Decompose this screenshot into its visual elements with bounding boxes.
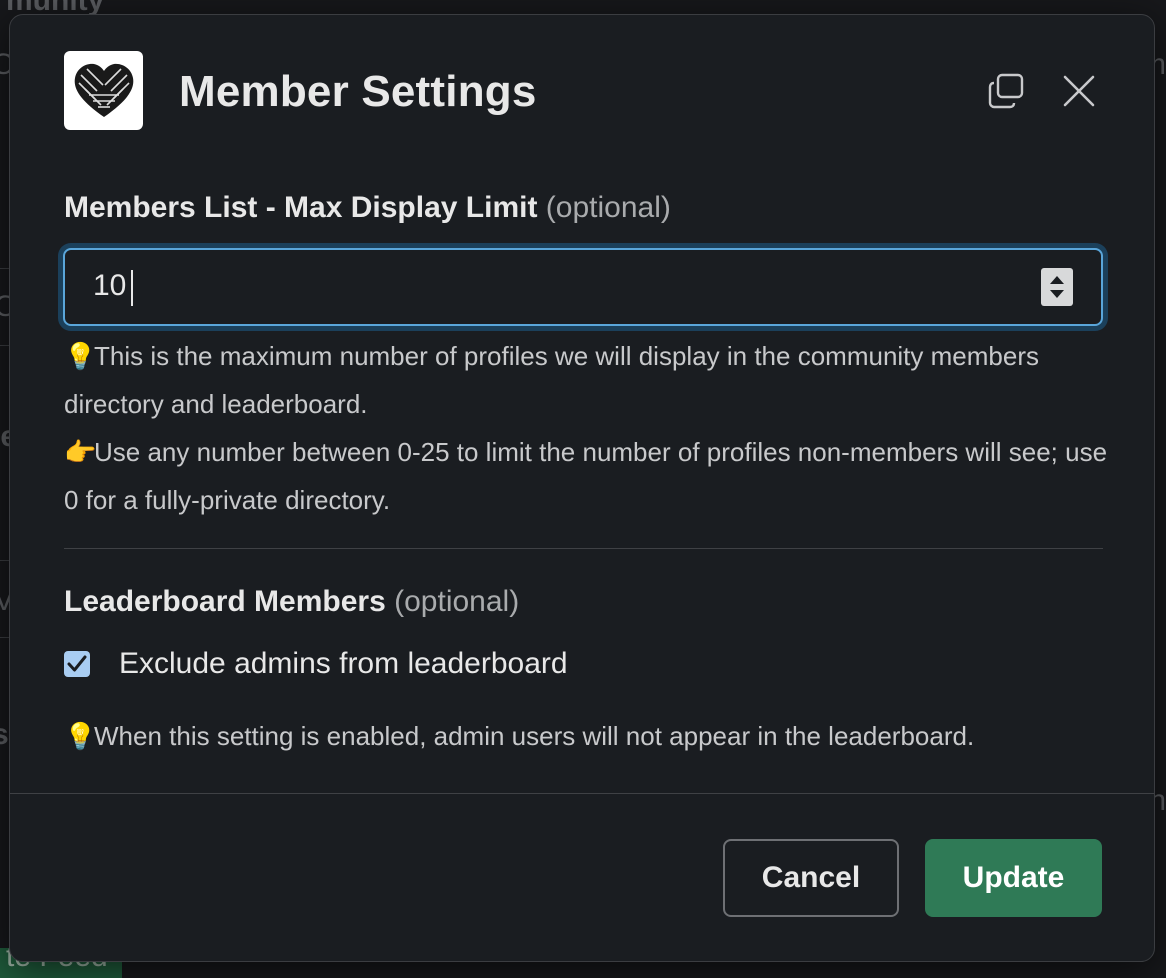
max-display-limit-input[interactable]: 10 <box>63 248 1103 326</box>
section-divider <box>64 548 1103 549</box>
text-caret <box>131 270 133 306</box>
max-display-hint-text: This is the maximum number of profiles w… <box>64 341 1039 419</box>
bg-text-fragment: s <box>0 718 9 751</box>
checkmark-icon <box>67 655 87 672</box>
exclude-admins-checkbox[interactable] <box>64 651 90 677</box>
leaderboard-hint: 💡When this setting is enabled, admin use… <box>64 712 1114 760</box>
exclude-admins-label[interactable]: Exclude admins from leaderboard <box>119 647 568 681</box>
optional-tag: (optional) <box>394 585 520 618</box>
heart-rope-logo-icon <box>64 51 143 130</box>
max-display-limit-value: 10 <box>93 269 127 302</box>
pointing-hand-icon: 👉 <box>64 437 97 467</box>
leaderboard-hint-text: When this setting is enabled, admin user… <box>94 721 975 751</box>
stepper-up-icon <box>1050 276 1064 284</box>
max-display-limit-label-text: Members List - Max Display Limit <box>64 191 538 224</box>
member-settings-modal: Member Settings Members List - Max Displ… <box>9 14 1155 962</box>
lightbulb-icon: 💡 <box>64 721 97 751</box>
leaderboard-members-label: Leaderboard Members (optional) <box>64 585 519 619</box>
optional-tag: (optional) <box>545 191 671 224</box>
close-icon[interactable] <box>1054 66 1104 116</box>
max-display-limit-label: Members List - Max Display Limit (option… <box>64 191 671 225</box>
number-stepper[interactable] <box>1041 268 1073 306</box>
modal-title: Member Settings <box>179 67 537 116</box>
update-button[interactable]: Update <box>925 839 1102 917</box>
max-display-range-hint: 👉Use any number between 0-25 to limit th… <box>64 428 1114 524</box>
leaderboard-members-label-text: Leaderboard Members <box>64 585 386 618</box>
cancel-button[interactable]: Cancel <box>723 839 899 917</box>
stepper-down-icon <box>1050 290 1064 298</box>
duplicate-window-icon[interactable] <box>981 66 1031 116</box>
max-display-hint: 💡This is the maximum number of profiles … <box>64 332 1114 428</box>
footer-divider <box>10 793 1154 794</box>
lightbulb-icon: 💡 <box>64 341 97 371</box>
max-display-range-hint-text: Use any number between 0-25 to limit the… <box>64 437 1108 515</box>
